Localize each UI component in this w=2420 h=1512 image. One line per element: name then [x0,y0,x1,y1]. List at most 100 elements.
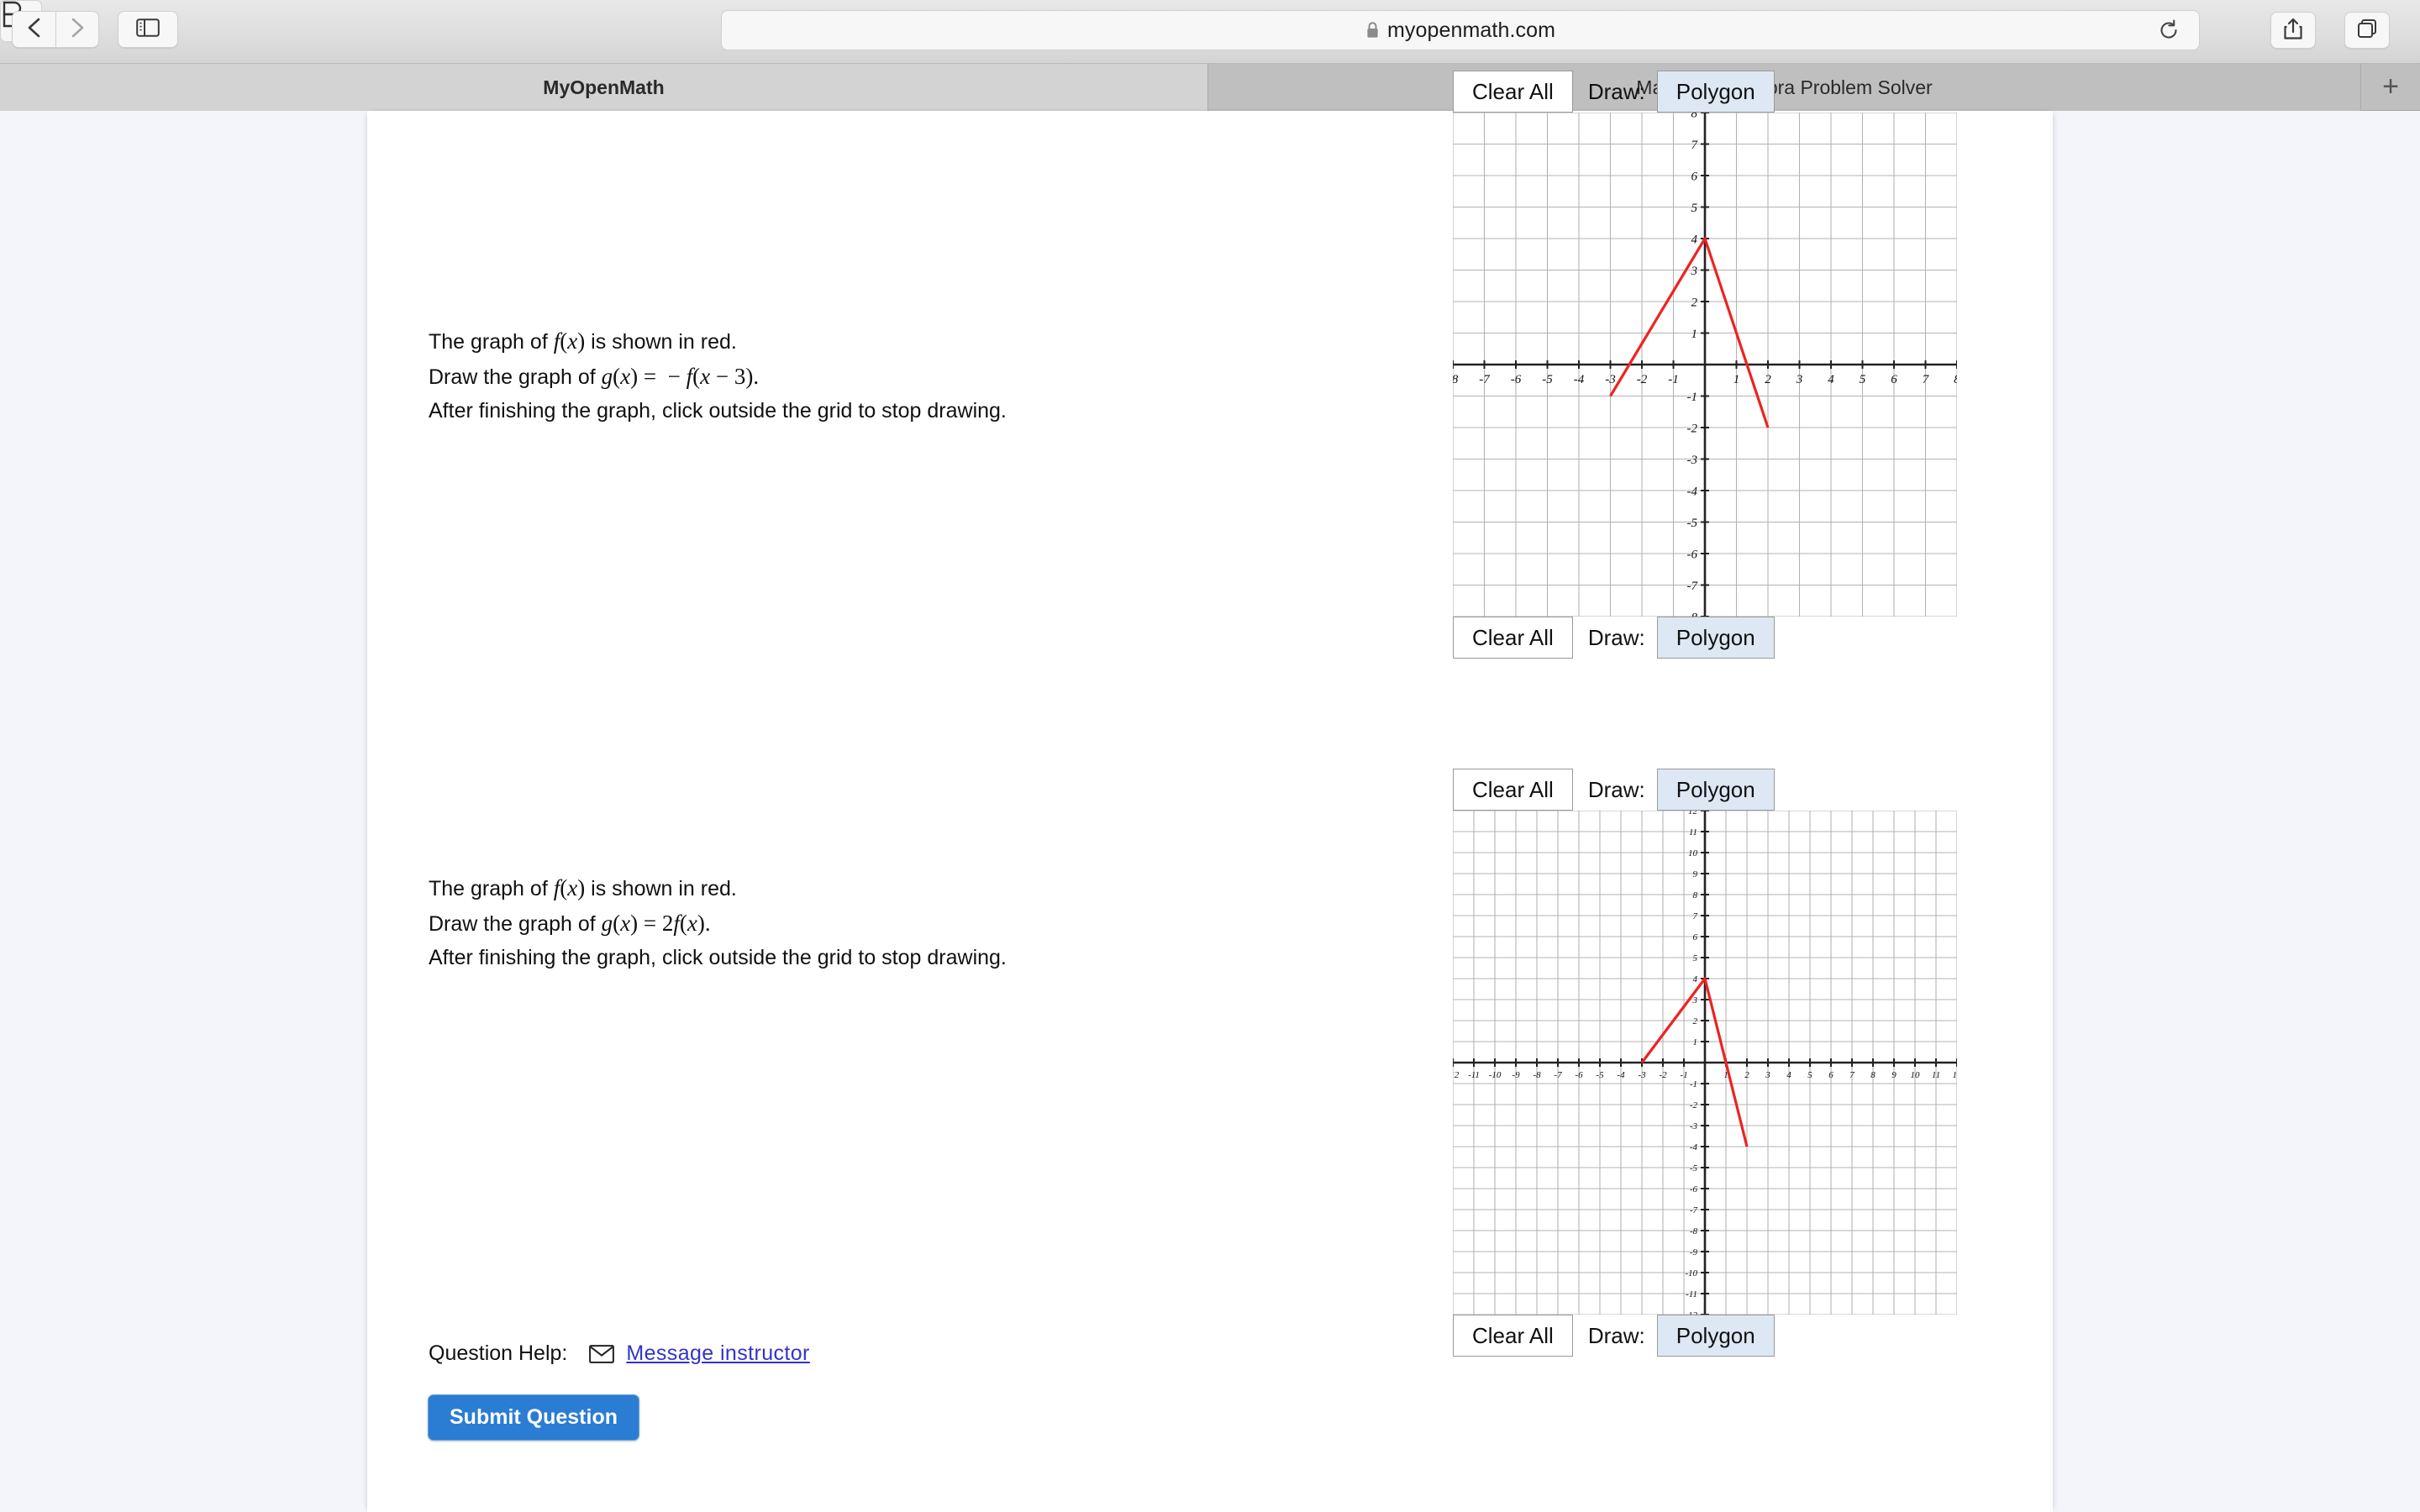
svg-text:4: 4 [1786,1070,1791,1080]
svg-text:5: 5 [1860,373,1866,386]
svg-text:-1: -1 [1680,1070,1687,1080]
tab-overview-button[interactable] [2344,12,2390,49]
svg-text:-11: -11 [1468,1070,1480,1080]
svg-text:-3: -3 [1687,454,1698,467]
svg-text:2: 2 [1744,1070,1749,1080]
tab-label: MyOpenMath [543,76,665,98]
plus-icon: + [2382,71,2399,102]
svg-text:-4: -4 [1687,485,1698,498]
tab-overview-icon [2356,18,2378,44]
back-button[interactable] [12,11,55,48]
svg-text:-6: -6 [1575,1070,1583,1080]
draw-label: Draw: [1587,78,1645,104]
svg-text:-2: -2 [1690,1100,1698,1110]
question-help: Question Help: Message instructor [429,1341,810,1366]
submit-question-button[interactable]: Submit Question [428,1394,639,1441]
lock-icon [1365,21,1380,39]
svg-text:-1: -1 [1687,391,1698,404]
svg-text:-6: -6 [1511,373,1522,386]
message-instructor-link[interactable]: Message instructor [626,1341,809,1366]
share-icon [2283,17,2303,45]
svg-text:-5: -5 [1542,373,1553,386]
svg-text:-1: -1 [1668,373,1679,386]
svg-text:-4: -4 [1617,1070,1625,1080]
forward-button[interactable] [55,11,99,48]
svg-text:7: 7 [1693,911,1698,921]
problem-2-line-2: Draw the graph of g(x) = 2f(x). [429,910,711,936]
problem-1-line-1: The graph of f(x) is shown in red. [429,328,737,354]
svg-text:6: 6 [1693,932,1698,942]
line-1-post: is shown in red. [585,877,737,900]
svg-text:1: 1 [1691,328,1698,341]
graph-2-controls-bottom: Clear All Draw: Polygon [1453,1315,1957,1357]
svg-text:-5: -5 [1687,517,1698,530]
graph-widget-1: Clear All Draw: Polygon -8 -7 -6 -5 -4 -3 -2 -1… [1453,71,1957,659]
problem-1-line-2: Draw the graph of g(x) = − f(x − 3). [429,363,760,389]
question-help-label: Question Help: [429,1341,568,1365]
svg-text:1: 1 [1733,373,1740,386]
svg-text:11: 11 [1932,1070,1940,1080]
draw-mode-polygon-button[interactable]: Polygon [1656,71,1775,113]
svg-text:9: 9 [1693,869,1698,879]
svg-text:-6: -6 [1690,1184,1698,1194]
svg-text:-8: -8 [1533,1070,1541,1080]
share-button[interactable] [2270,12,2316,49]
svg-text:4: 4 [1828,373,1834,386]
svg-text:-4: -4 [1574,373,1585,386]
clear-all-button[interactable]: Clear All [1453,71,1573,113]
graph-1-controls-top: Clear All Draw: Polygon [1453,71,1957,113]
svg-text:10: 10 [1688,848,1698,858]
svg-text:-2: -2 [1659,1070,1667,1080]
svg-text:-4: -4 [1690,1142,1698,1152]
svg-text:-10: -10 [1685,1268,1697,1278]
svg-text:9: 9 [1891,1070,1897,1080]
problem-1-prompt: The graph of f(x) is shown in red. Draw … [429,324,1067,427]
svg-text:2: 2 [1765,373,1771,386]
svg-text:4: 4 [1691,233,1698,246]
line-1-post: is shown in red. [585,330,737,354]
chevron-left-icon [25,16,44,44]
draw-mode-polygon-button[interactable]: Polygon [1656,769,1775,811]
svg-text:-7: -7 [1690,1205,1698,1215]
svg-text:-11: -11 [1686,1289,1697,1299]
svg-text:-2: -2 [1687,422,1698,435]
svg-text:3: 3 [1796,373,1803,386]
svg-text:-6: -6 [1687,548,1698,561]
graph-1-canvas[interactable]: -8-7-6-5-4-3-2-11234567887654321-1-2-3-4… [1453,113,1957,617]
clear-all-button[interactable]: Clear All [1453,617,1573,659]
problem-2-prompt: The graph of f(x) is shown in red. Draw … [429,871,1067,974]
svg-text:-2: -2 [1637,373,1648,386]
graph-2-canvas[interactable]: -12-11-10-9-8-7-6-5-4-3-2-11234567891011… [1453,811,1957,1315]
envelope-icon [589,1344,615,1363]
svg-text:-3: -3 [1605,373,1616,386]
svg-text:1: 1 [1693,1037,1698,1047]
browser-toolbar: myopenmath.com [0,0,2420,64]
graph-widget-2: Clear All Draw: Polygon -12-11-10-9-8-7-… [1453,769,1957,1357]
tab-myopenmath[interactable]: MyOpenMath [0,64,1208,111]
svg-text:-7: -7 [1479,373,1491,386]
clear-all-button[interactable]: Clear All [1453,769,1573,811]
svg-text:12: 12 [1688,811,1698,816]
clear-all-button[interactable]: Clear All [1453,1315,1573,1357]
svg-text:-8: -8 [1453,373,1459,386]
svg-text:-9: -9 [1512,1070,1520,1080]
svg-text:8: 8 [1693,890,1698,900]
new-tab-button[interactable]: + [2361,64,2420,110]
draw-mode-polygon-button[interactable]: Polygon [1656,617,1775,659]
svg-text:8: 8 [1954,373,1957,386]
line-2-pre: Draw the graph of [429,911,602,936]
svg-text:-12: -12 [1453,1070,1460,1080]
svg-text:6: 6 [1828,1070,1833,1080]
svg-text:3: 3 [1765,1070,1770,1080]
page-background: The graph of f(x) is shown in red. Draw … [0,71,2420,1512]
svg-text:5: 5 [1807,1070,1812,1080]
draw-mode-polygon-button[interactable]: Polygon [1656,1315,1775,1357]
svg-text:11: 11 [1689,827,1697,837]
line-1-pre: The graph of [429,330,554,354]
draw-label: Draw: [1587,624,1645,650]
sidebar-toggle-button[interactable] [118,11,178,48]
reload-button[interactable] [2157,18,2181,42]
address-bar[interactable]: myopenmath.com [721,10,2200,50]
question-content-sheet: The graph of f(x) is shown in red. Draw … [367,71,2053,1512]
svg-text:-7: -7 [1554,1070,1562,1080]
